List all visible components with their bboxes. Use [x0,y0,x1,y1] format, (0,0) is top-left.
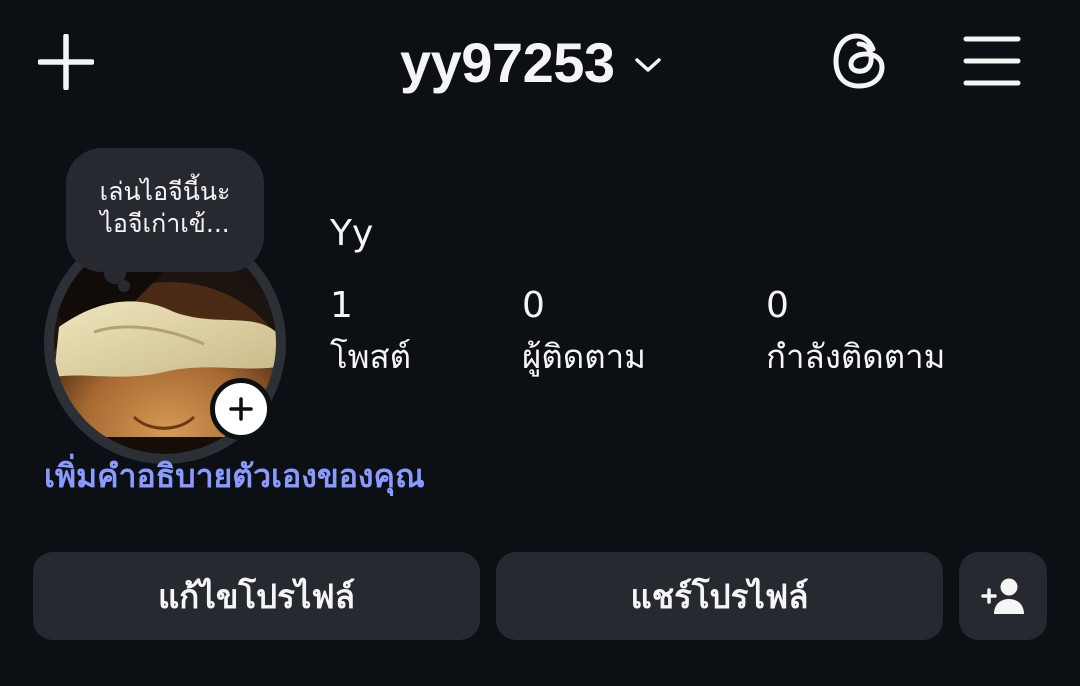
hamburger-menu-icon[interactable] [963,34,1021,88]
stat-followers[interactable]: 0 ผู้ติดตาม [522,282,646,384]
discover-people-button[interactable] [959,552,1047,640]
share-profile-button[interactable]: แชร์โปรไฟล์ [496,552,943,640]
note-text-line-1: เล่นไอจีนี้นะ [99,177,231,206]
add-story-plus-icon[interactable] [210,378,272,440]
display-name: Yy [330,213,374,254]
add-bio-link[interactable]: เพิ่มคำอธิบายตัวเองของคุณ [44,448,425,504]
add-person-icon [981,578,1024,614]
edit-profile-button[interactable]: แก้ไขโปรไฟล์ [33,552,480,640]
note-text-line-2: ไอจีเก่าเข้... [100,209,230,238]
threads-icon[interactable] [829,30,891,92]
stat-following[interactable]: 0 กำลังติดตาม [766,282,945,384]
note-bubble-tail-dot [118,280,130,292]
stat-posts[interactable]: 1 โพสต์ [330,282,411,384]
followers-label: ผู้ติดตาม [522,337,646,376]
create-plus-icon[interactable] [37,33,95,91]
following-label: กำลังติดตาม [766,337,946,376]
posts-count: 1 [330,285,353,326]
following-count: 0 [766,285,789,326]
posts-label: โพสต์ [330,337,412,376]
account-switcher[interactable]: yy97253 [400,22,663,102]
followers-count: 0 [522,285,545,326]
username: yy97253 [400,30,615,94]
chevron-down-icon [633,56,663,74]
note-bubble[interactable]: เล่นไอจีนี้นะ ไอจีเก่าเข้... [66,148,264,272]
